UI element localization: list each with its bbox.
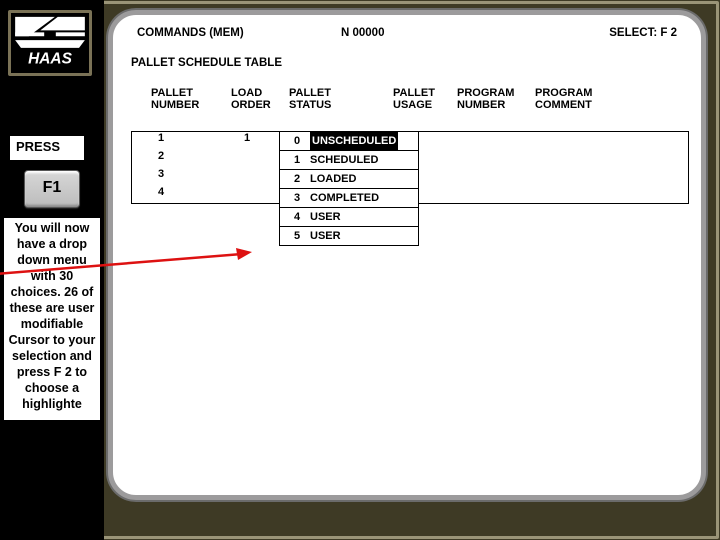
dropdown-item[interactable]: 4 USER bbox=[280, 207, 418, 226]
select-hint: SELECT: F 2 bbox=[609, 27, 677, 39]
svg-text:HAAS: HAAS bbox=[28, 50, 73, 67]
slide-canvas: HAAS PRESS F1 You will now have a drop d… bbox=[0, 0, 720, 540]
dropdown-item-index: 3 bbox=[294, 189, 300, 207]
dropdown-item-label: UNSCHEDULED bbox=[310, 132, 398, 150]
instruction-text: You will now have a drop down menu with … bbox=[4, 218, 100, 420]
dropdown-item[interactable]: 1 SCHEDULED bbox=[280, 150, 418, 169]
dropdown-item-index: 1 bbox=[294, 151, 300, 169]
sidebar: HAAS PRESS F1 You will now have a drop d… bbox=[0, 0, 104, 540]
dropdown-item-label: USER bbox=[310, 208, 341, 226]
f1-key[interactable]: F1 bbox=[24, 170, 80, 208]
dropdown-item[interactable]: 3 COMPLETED bbox=[280, 188, 418, 207]
haas-logo: HAAS bbox=[8, 10, 92, 76]
dropdown-item[interactable]: 2 LOADED bbox=[280, 169, 418, 188]
cell-pallet: 3 bbox=[158, 168, 164, 180]
program-number: N 00000 bbox=[341, 27, 384, 39]
dropdown-item-index: 5 bbox=[294, 227, 300, 245]
dropdown-item-label: SCHEDULED bbox=[310, 151, 378, 169]
screen-title: PALLET SCHEDULE TABLE bbox=[131, 57, 683, 69]
dropdown-item-index: 2 bbox=[294, 170, 300, 188]
dropdown-item[interactable]: 0 UNSCHEDULED bbox=[280, 132, 418, 150]
press-label: PRESS bbox=[10, 136, 84, 160]
commands-label: COMMANDS (MEM) bbox=[137, 27, 244, 39]
pallet-table: PALLETNUMBER LOADORDER PALLETSTATUS PALL… bbox=[131, 87, 683, 115]
col-pallet-usage: PALLETUSAGE bbox=[393, 87, 449, 111]
cell-load-order: 1 bbox=[244, 132, 250, 144]
cell-pallet: 1 bbox=[158, 132, 164, 144]
dropdown-item-label: COMPLETED bbox=[310, 189, 379, 207]
col-pallet-number: PALLETNUMBER bbox=[151, 87, 211, 111]
dropdown-item-index: 4 bbox=[294, 208, 300, 226]
col-pallet-status: PALLETSTATUS bbox=[289, 87, 349, 111]
screen-header: COMMANDS (MEM) N 00000 SELECT: F 2 bbox=[131, 27, 683, 47]
col-program-comment: PROGRAMCOMMENT bbox=[535, 87, 605, 111]
dropdown-item-label: USER bbox=[310, 227, 341, 245]
dropdown-item-label: LOADED bbox=[310, 170, 356, 188]
cnc-screen-panel: COMMANDS (MEM) N 00000 SELECT: F 2 PALLE… bbox=[108, 10, 706, 500]
status-dropdown[interactable]: 0 UNSCHEDULED 1 SCHEDULED 2 LOADED 3 COM… bbox=[279, 131, 419, 246]
cell-pallet: 4 bbox=[158, 186, 164, 198]
cell-pallet: 2 bbox=[158, 150, 164, 162]
col-load-order: LOADORDER bbox=[231, 87, 281, 111]
dropdown-item[interactable]: 5 USER bbox=[280, 226, 418, 245]
dropdown-item-index: 0 bbox=[294, 132, 300, 150]
col-program-number: PROGRAMNUMBER bbox=[457, 87, 527, 111]
